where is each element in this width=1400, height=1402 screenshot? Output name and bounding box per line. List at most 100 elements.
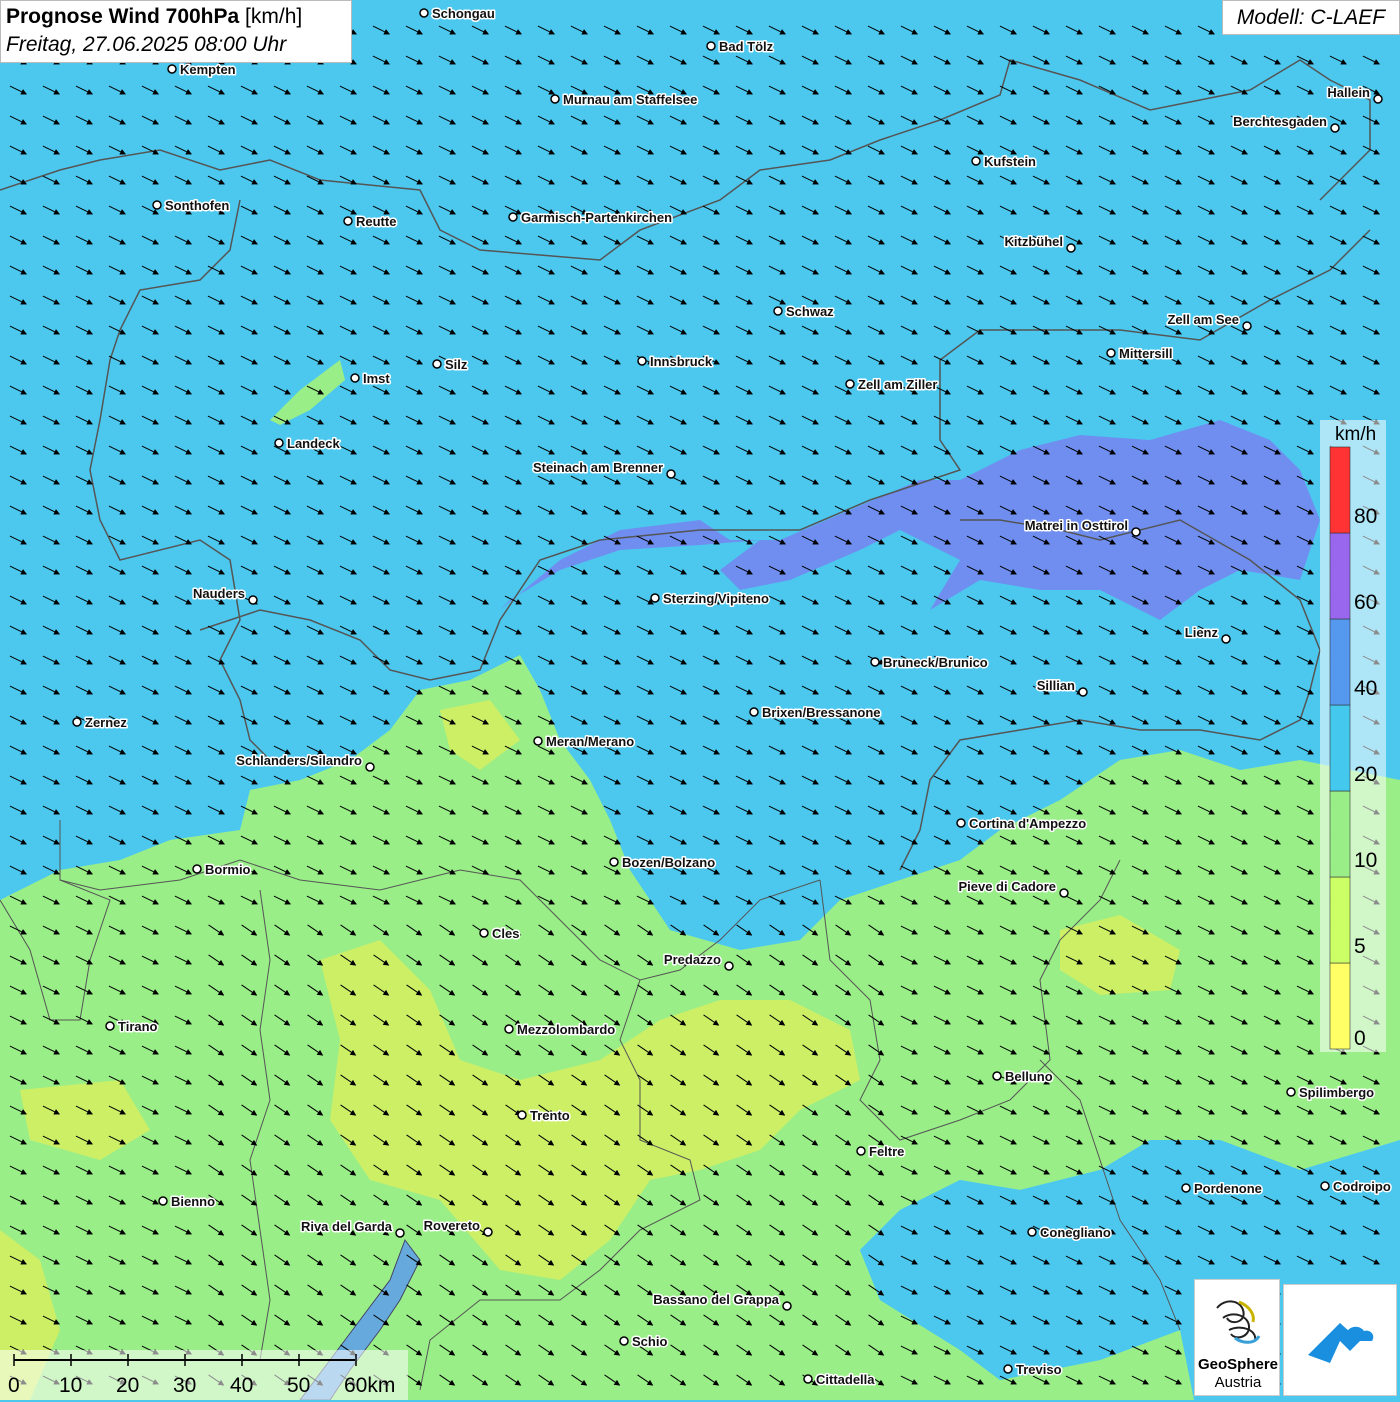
city-marker: Innsbruck <box>637 353 714 371</box>
city-label: Codroipo <box>1333 1179 1391 1194</box>
city-label: Sillian <box>1037 678 1075 693</box>
city-dot <box>1131 527 1141 537</box>
legend-tick-label: 40 <box>1354 677 1377 700</box>
city-dot <box>650 593 660 603</box>
legend-tick-label: 20 <box>1354 763 1377 786</box>
city-label: Schlanders/Silandro <box>236 753 362 768</box>
city-dot <box>105 1021 115 1031</box>
city-label: Kitzbühel <box>1005 234 1064 249</box>
city-dot <box>749 707 759 717</box>
legend-swatch <box>1329 962 1351 1050</box>
city-marker: Bruneck/Brunico <box>870 654 989 672</box>
scale-tick-label: 20 <box>116 1374 139 1397</box>
city-marker: Garmisch-Partenkirchen <box>508 209 674 227</box>
city-label: Zell am See <box>1167 312 1239 327</box>
city-dot <box>773 306 783 316</box>
city-marker: Brixen/Bressanone <box>749 704 882 722</box>
app-logo[interactable] <box>1283 1284 1397 1396</box>
city-dot <box>856 1146 866 1156</box>
city-dot <box>724 961 734 971</box>
city-dot <box>1066 243 1076 253</box>
city-label: Matrei in Osttirol <box>1025 518 1128 533</box>
city-dot <box>992 1071 1002 1081</box>
city-dot <box>782 1301 792 1311</box>
city-dot <box>971 156 981 166</box>
city-marker: Meran/Merano <box>533 733 636 751</box>
title-box: Prognose Wind 700hPa [km/h] Freitag, 27.… <box>0 0 352 63</box>
city-label: Sonthofen <box>165 198 229 213</box>
city-dot <box>533 736 543 746</box>
legend-swatch <box>1329 532 1351 620</box>
city-dot <box>192 864 202 874</box>
city-dot <box>1181 1183 1191 1193</box>
scale-tick-label: 10 <box>59 1374 82 1397</box>
legend-swatch <box>1329 704 1351 792</box>
city-label: Trento <box>530 1108 570 1123</box>
city-dot <box>803 1374 813 1384</box>
city-dot <box>274 438 284 448</box>
city-dot <box>666 469 676 479</box>
city-dot <box>1286 1087 1296 1097</box>
legend-swatch <box>1329 618 1351 706</box>
city-dot <box>1330 123 1340 133</box>
city-marker: Zell am Ziller <box>845 376 939 394</box>
scale-bar: 0 10 20 30 40 50 60km <box>0 1350 408 1400</box>
city-label: Meran/Merano <box>546 734 634 749</box>
logo-line1: GeoSphere <box>1197 1356 1279 1373</box>
city-label: Murnau am Staffelsee <box>563 92 697 107</box>
legend-tick-label: 5 <box>1354 935 1366 958</box>
city-marker: Sonthofen <box>152 197 231 215</box>
city-dot <box>637 356 647 366</box>
city-label: Riva del Garda <box>301 1219 393 1234</box>
city-dot <box>870 657 880 667</box>
scale-bar-graphic: 0 10 20 30 40 50 60km <box>8 1354 395 1397</box>
city-dot <box>365 762 375 772</box>
city-dot <box>550 94 560 104</box>
wind-map[interactable]: Schongau Bad Tölz Kempten Murnau am Staffel… <box>0 0 1400 1400</box>
map-title-unit: [km/h] <box>245 5 303 28</box>
city-dot <box>845 379 855 389</box>
logo-line2: Austria <box>1214 1374 1262 1391</box>
city-label: Zernez <box>85 715 127 730</box>
city-dot <box>619 1336 629 1346</box>
city-dot <box>706 41 716 51</box>
city-label: Lienz <box>1185 625 1219 640</box>
city-marker: Spilimbergo <box>1286 1084 1376 1102</box>
city-dot <box>1059 888 1069 898</box>
city-label: Bormio <box>205 862 251 877</box>
city-dot <box>508 212 518 222</box>
city-label: Schongau <box>432 6 495 21</box>
legend-swatch <box>1329 790 1351 878</box>
city-marker: Cortina d'Ampezzo <box>956 815 1088 833</box>
city-dot <box>350 373 360 383</box>
city-dot <box>956 818 966 828</box>
legend-tick-label: 10 <box>1354 849 1377 872</box>
city-label: Nauders <box>193 586 245 601</box>
city-label: Schio <box>632 1334 667 1349</box>
city-dot <box>504 1024 514 1034</box>
city-marker: Sterzing/Vipiteno <box>650 590 770 608</box>
city-label: Reutte <box>356 214 396 229</box>
geosphere-logo[interactable]: GeoSphere Austria <box>1194 1279 1280 1396</box>
city-label: Predazzo <box>664 952 721 967</box>
city-label: Cortina d'Ampezzo <box>969 816 1086 831</box>
city-dot <box>1221 634 1231 644</box>
scale-tick-label: 0 <box>8 1374 20 1397</box>
legend-bar: 0 5 10 20 40 60 80 <box>1329 446 1377 1050</box>
city-dot <box>158 1196 168 1206</box>
city-label: Spilimbergo <box>1299 1085 1374 1100</box>
city-dot <box>432 359 442 369</box>
city-label: Brixen/Bressanone <box>762 705 881 720</box>
city-marker: Bozen/Bolzano <box>609 854 717 872</box>
city-label: Treviso <box>1016 1362 1062 1377</box>
city-label: Tirano <box>118 1019 158 1034</box>
city-dot <box>1320 1181 1330 1191</box>
city-label: Landeck <box>287 436 341 451</box>
city-dot <box>517 1110 527 1120</box>
city-dot <box>343 216 353 226</box>
city-label: Mezzolombardo <box>517 1022 615 1037</box>
city-label: Berchtesgaden <box>1233 114 1327 129</box>
city-label: Rovereto <box>424 1218 480 1233</box>
city-dot <box>72 717 82 727</box>
city-dot <box>1373 94 1383 104</box>
